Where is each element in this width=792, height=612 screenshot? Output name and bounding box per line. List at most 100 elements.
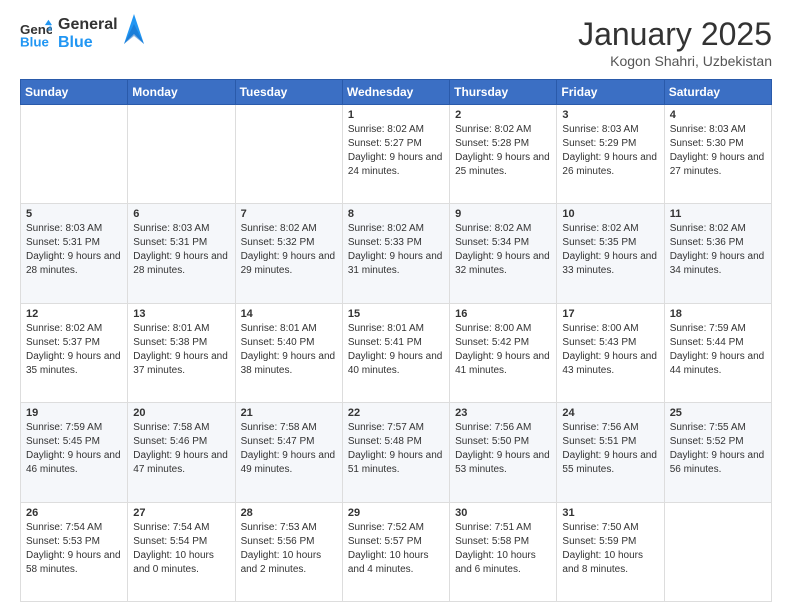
page: General Blue General Blue January 2025 K… [0,0,792,612]
cell-content: Sunrise: 7:56 AM Sunset: 5:50 PM Dayligh… [455,421,551,477]
daylight-text: Daylight: 10 hours and 0 minutes. [133,550,214,575]
day-number: 9 [455,208,551,220]
calendar-week-3: 12 Sunrise: 8:02 AM Sunset: 5:37 PM Dayl… [21,303,772,402]
cell-content: Sunrise: 8:03 AM Sunset: 5:30 PM Dayligh… [670,123,766,179]
header: General Blue General Blue January 2025 K… [20,16,772,69]
calendar-header-wednesday: Wednesday [342,80,449,105]
calendar-cell: 29 Sunrise: 7:52 AM Sunset: 5:57 PM Dayl… [342,502,449,601]
calendar-week-1: 1 Sunrise: 8:02 AM Sunset: 5:27 PM Dayli… [21,105,772,204]
location: Kogon Shahri, Uzbekistan [578,53,772,69]
daylight-text: Daylight: 9 hours and 26 minutes. [562,152,657,177]
sunset-text: Sunset: 5:45 PM [26,436,100,447]
cell-content: Sunrise: 7:59 AM Sunset: 5:45 PM Dayligh… [26,421,122,477]
sunset-text: Sunset: 5:35 PM [562,237,636,248]
logo-icon: General Blue [20,18,52,50]
daylight-text: Daylight: 10 hours and 2 minutes. [241,550,322,575]
sunset-text: Sunset: 5:53 PM [26,536,100,547]
daylight-text: Daylight: 9 hours and 47 minutes. [133,450,228,475]
calendar-cell: 27 Sunrise: 7:54 AM Sunset: 5:54 PM Dayl… [128,502,235,601]
daylight-text: Daylight: 9 hours and 41 minutes. [455,351,550,376]
calendar-cell [21,105,128,204]
daylight-text: Daylight: 9 hours and 29 minutes. [241,251,336,276]
day-number: 28 [241,507,337,519]
calendar-cell: 26 Sunrise: 7:54 AM Sunset: 5:53 PM Dayl… [21,502,128,601]
calendar-cell: 16 Sunrise: 8:00 AM Sunset: 5:42 PM Dayl… [450,303,557,402]
day-number: 31 [562,507,658,519]
cell-content: Sunrise: 7:50 AM Sunset: 5:59 PM Dayligh… [562,521,658,577]
calendar-cell: 2 Sunrise: 8:02 AM Sunset: 5:28 PM Dayli… [450,105,557,204]
daylight-text: Daylight: 9 hours and 35 minutes. [26,351,121,376]
sunrise-text: Sunrise: 8:00 AM [562,323,638,334]
daylight-text: Daylight: 10 hours and 4 minutes. [348,550,429,575]
day-number: 1 [348,109,444,121]
cell-content: Sunrise: 8:00 AM Sunset: 5:42 PM Dayligh… [455,322,551,378]
sunset-text: Sunset: 5:48 PM [348,436,422,447]
cell-content: Sunrise: 7:51 AM Sunset: 5:58 PM Dayligh… [455,521,551,577]
calendar-cell: 30 Sunrise: 7:51 AM Sunset: 5:58 PM Dayl… [450,502,557,601]
sunrise-text: Sunrise: 7:59 AM [26,422,102,433]
cell-content: Sunrise: 8:02 AM Sunset: 5:37 PM Dayligh… [26,322,122,378]
cell-content: Sunrise: 7:59 AM Sunset: 5:44 PM Dayligh… [670,322,766,378]
sunset-text: Sunset: 5:29 PM [562,138,636,149]
day-number: 20 [133,407,229,419]
sunset-text: Sunset: 5:54 PM [133,536,207,547]
sunset-text: Sunset: 5:27 PM [348,138,422,149]
logo-text-line1: General [58,16,118,34]
sunset-text: Sunset: 5:58 PM [455,536,529,547]
daylight-text: Daylight: 9 hours and 28 minutes. [26,251,121,276]
daylight-text: Daylight: 9 hours and 51 minutes. [348,450,443,475]
sunrise-text: Sunrise: 7:50 AM [562,522,638,533]
sunset-text: Sunset: 5:57 PM [348,536,422,547]
calendar-header-row: SundayMondayTuesdayWednesdayThursdayFrid… [21,80,772,105]
calendar-header-saturday: Saturday [664,80,771,105]
calendar-cell: 11 Sunrise: 8:02 AM Sunset: 5:36 PM Dayl… [664,204,771,303]
day-number: 22 [348,407,444,419]
sunrise-text: Sunrise: 8:02 AM [455,223,531,234]
sunrise-text: Sunrise: 8:03 AM [562,124,638,135]
logo-bird-icon [124,14,144,44]
sunset-text: Sunset: 5:40 PM [241,337,315,348]
sunrise-text: Sunrise: 8:01 AM [348,323,424,334]
day-number: 18 [670,308,766,320]
cell-content: Sunrise: 8:02 AM Sunset: 5:34 PM Dayligh… [455,222,551,278]
sunrise-text: Sunrise: 7:51 AM [455,522,531,533]
cell-content: Sunrise: 7:52 AM Sunset: 5:57 PM Dayligh… [348,521,444,577]
day-number: 14 [241,308,337,320]
daylight-text: Daylight: 9 hours and 24 minutes. [348,152,443,177]
day-number: 3 [562,109,658,121]
cell-content: Sunrise: 7:56 AM Sunset: 5:51 PM Dayligh… [562,421,658,477]
sunset-text: Sunset: 5:31 PM [133,237,207,248]
cell-content: Sunrise: 7:54 AM Sunset: 5:53 PM Dayligh… [26,521,122,577]
calendar-cell [235,105,342,204]
calendar-cell: 24 Sunrise: 7:56 AM Sunset: 5:51 PM Dayl… [557,403,664,502]
day-number: 4 [670,109,766,121]
sunset-text: Sunset: 5:51 PM [562,436,636,447]
cell-content: Sunrise: 8:02 AM Sunset: 5:32 PM Dayligh… [241,222,337,278]
daylight-text: Daylight: 9 hours and 34 minutes. [670,251,765,276]
cell-content: Sunrise: 8:03 AM Sunset: 5:29 PM Dayligh… [562,123,658,179]
sunrise-text: Sunrise: 7:52 AM [348,522,424,533]
sunrise-text: Sunrise: 7:56 AM [562,422,638,433]
day-number: 26 [26,507,122,519]
daylight-text: Daylight: 9 hours and 25 minutes. [455,152,550,177]
calendar-header-thursday: Thursday [450,80,557,105]
sunrise-text: Sunrise: 8:00 AM [455,323,531,334]
sunrise-text: Sunrise: 8:02 AM [348,124,424,135]
day-number: 15 [348,308,444,320]
sunset-text: Sunset: 5:44 PM [670,337,744,348]
sunrise-text: Sunrise: 7:53 AM [241,522,317,533]
sunrise-text: Sunrise: 7:54 AM [26,522,102,533]
calendar-cell: 1 Sunrise: 8:02 AM Sunset: 5:27 PM Dayli… [342,105,449,204]
sunrise-text: Sunrise: 7:55 AM [670,422,746,433]
calendar-week-5: 26 Sunrise: 7:54 AM Sunset: 5:53 PM Dayl… [21,502,772,601]
cell-content: Sunrise: 8:02 AM Sunset: 5:35 PM Dayligh… [562,222,658,278]
daylight-text: Daylight: 10 hours and 8 minutes. [562,550,643,575]
calendar-cell: 25 Sunrise: 7:55 AM Sunset: 5:52 PM Dayl… [664,403,771,502]
sunset-text: Sunset: 5:36 PM [670,237,744,248]
sunrise-text: Sunrise: 8:03 AM [26,223,102,234]
sunset-text: Sunset: 5:38 PM [133,337,207,348]
daylight-text: Daylight: 9 hours and 58 minutes. [26,550,121,575]
day-number: 11 [670,208,766,220]
sunset-text: Sunset: 5:30 PM [670,138,744,149]
daylight-text: Daylight: 9 hours and 46 minutes. [26,450,121,475]
